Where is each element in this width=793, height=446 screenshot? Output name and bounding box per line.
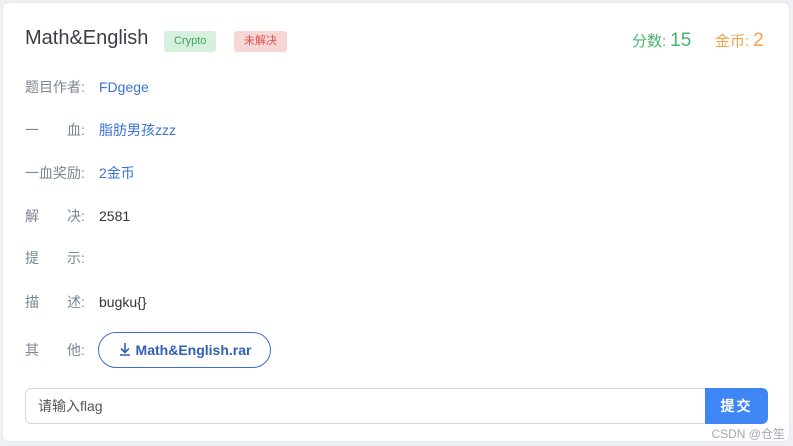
- flag-input[interactable]: [25, 388, 707, 424]
- hint-row: 提 示:: [25, 248, 99, 268]
- first-blood-reward-row: 一血奖励: 2金币: [25, 163, 135, 183]
- points-value: 15: [670, 30, 692, 51]
- author-link[interactable]: FDgege: [99, 79, 149, 95]
- solves-row: 解 决: 2581: [25, 206, 130, 226]
- submit-flag-button[interactable]: 提交: [705, 388, 768, 424]
- download-icon: [118, 342, 132, 359]
- status-tag: 未解决: [234, 31, 287, 52]
- first-blood-reward-value: 2金币: [99, 165, 135, 181]
- download-attachment-button[interactable]: Math&English.rar: [98, 332, 271, 368]
- coins-display: 金币: 2: [715, 30, 764, 52]
- other-label: 其 他:: [25, 342, 85, 358]
- first-blood-label: 一 血:: [25, 122, 85, 138]
- solves-count: 2581: [99, 208, 131, 224]
- other-row: 其 他:: [25, 340, 99, 360]
- watermark: CSDN @仓笙: [711, 427, 785, 441]
- attachment-filename: Math&English.rar: [135, 342, 252, 358]
- description-value: bugku{}: [99, 294, 147, 310]
- hint-label: 提 示:: [25, 250, 85, 266]
- challenge-card: Math&English Crypto 未解决 分数: 15 金币: 2 题目作者:…: [2, 2, 790, 442]
- author-label: 题目作者:: [25, 79, 85, 95]
- first-blood-row: 一 血: 脂肪男孩zzz: [25, 120, 176, 140]
- points-display: 分数: 15: [632, 30, 691, 52]
- description-row: 描 述: bugku{}: [25, 292, 147, 312]
- first-blood-reward-label: 一血奖励:: [25, 165, 85, 181]
- author-row: 题目作者: FDgege: [25, 77, 149, 97]
- challenge-title: Math&English: [25, 27, 149, 49]
- category-tag: Crypto: [164, 31, 217, 52]
- description-label: 描 述:: [25, 294, 85, 310]
- coins-label: 金币:: [715, 33, 750, 50]
- first-blood-user-link[interactable]: 脂肪男孩zzz: [99, 120, 176, 140]
- points-label: 分数:: [632, 33, 667, 50]
- coins-value: 2: [753, 30, 764, 51]
- solves-label: 解 决:: [25, 208, 85, 224]
